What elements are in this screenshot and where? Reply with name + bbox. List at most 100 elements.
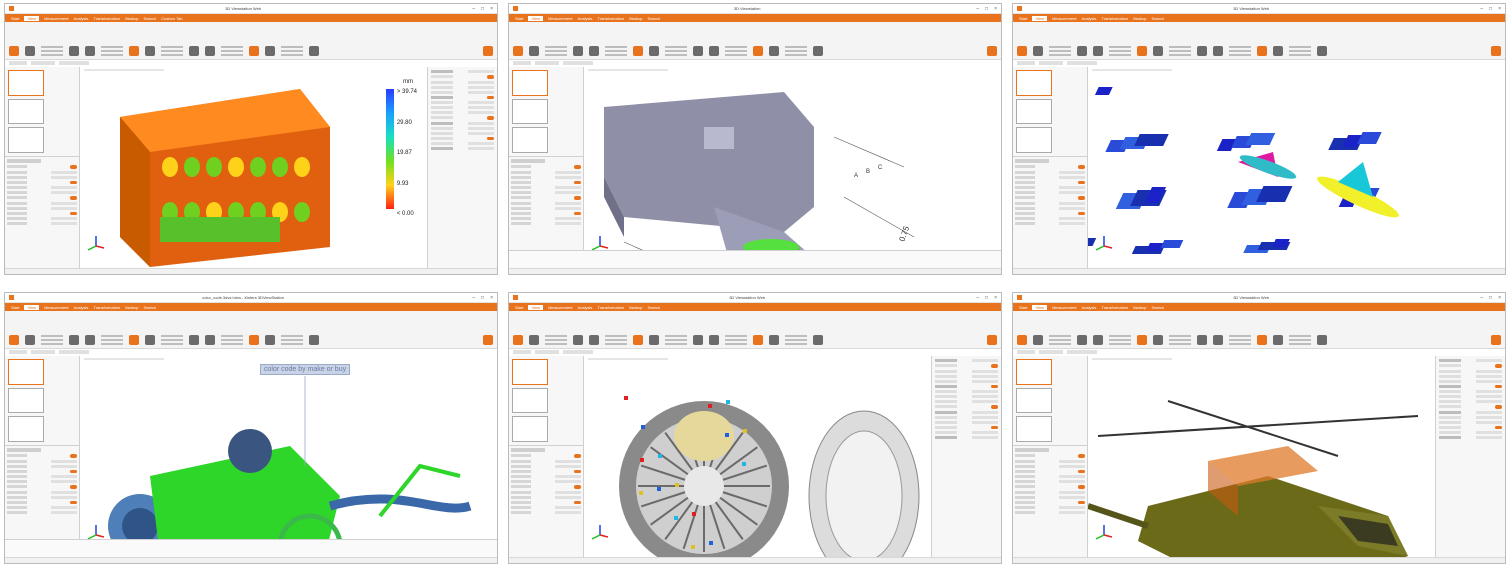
tab-markup[interactable]: Markup xyxy=(125,305,138,310)
property-value[interactable] xyxy=(51,464,77,468)
ribbon-button-icon[interactable] xyxy=(769,46,779,56)
ribbon-button-icon[interactable] xyxy=(1077,335,1087,345)
ribbon-small-button[interactable] xyxy=(605,50,627,52)
doc-tab[interactable] xyxy=(513,61,531,65)
ribbon-small-button[interactable] xyxy=(1229,335,1251,337)
ribbon-button-icon[interactable] xyxy=(85,335,95,345)
ribbon-button-icon[interactable] xyxy=(1317,46,1327,56)
ribbon-small-button[interactable] xyxy=(221,335,243,337)
property-value[interactable] xyxy=(1059,475,1085,478)
property-value[interactable] xyxy=(468,131,494,135)
minimize-icon[interactable]: – xyxy=(976,295,979,301)
property-value[interactable] xyxy=(1476,379,1502,383)
ribbon-small-button[interactable] xyxy=(281,50,303,52)
ribbon-small-button[interactable] xyxy=(725,343,747,345)
property-value[interactable] xyxy=(1476,420,1502,424)
doc-tab[interactable] xyxy=(513,350,531,354)
property-value[interactable] xyxy=(1476,415,1502,419)
close-icon[interactable]: × xyxy=(994,295,997,301)
ribbon-button-icon[interactable] xyxy=(1153,46,1163,56)
property-value[interactable] xyxy=(972,400,998,403)
ribbon-small-button[interactable] xyxy=(665,50,687,52)
ribbon-small-button[interactable] xyxy=(725,339,747,341)
doc-tab[interactable] xyxy=(535,350,559,354)
ribbon-small-buttons[interactable] xyxy=(605,46,627,56)
ribbon-small-button[interactable] xyxy=(161,46,183,48)
ribbon-small-button[interactable] xyxy=(41,54,63,56)
ribbon-button-icon[interactable] xyxy=(1153,335,1163,345)
ribbon-small-button[interactable] xyxy=(281,339,303,341)
ribbon-button-icon[interactable] xyxy=(1137,46,1147,56)
tab-search[interactable]: Search xyxy=(1152,16,1165,21)
property-value[interactable] xyxy=(468,126,494,130)
ribbon-button-icon[interactable] xyxy=(769,335,779,345)
ribbon-small-button[interactable] xyxy=(785,335,807,337)
ribbon-small-button[interactable] xyxy=(605,46,627,48)
ribbon-small-button[interactable] xyxy=(1049,339,1071,341)
tab-markup[interactable]: Markup xyxy=(1133,16,1146,21)
ribbon-small-button[interactable] xyxy=(1169,54,1191,56)
close-icon[interactable] xyxy=(483,46,493,56)
ribbon-small-button[interactable] xyxy=(545,343,567,345)
tab-analysis[interactable]: Analysis xyxy=(74,16,89,21)
tab-start[interactable]: Start xyxy=(11,305,19,310)
ribbon-small-button[interactable] xyxy=(101,50,123,52)
ribbon-button-icon[interactable] xyxy=(1093,335,1103,345)
ribbon-button-icon[interactable] xyxy=(709,46,719,56)
minimize-icon[interactable]: – xyxy=(472,6,475,12)
doc-tab[interactable] xyxy=(1017,350,1035,354)
toggle-switch[interactable] xyxy=(1495,364,1502,368)
property-value[interactable] xyxy=(468,106,494,109)
close-icon[interactable]: × xyxy=(1498,295,1501,301)
ribbon-small-button[interactable] xyxy=(1049,50,1071,52)
ribbon-button-icon[interactable] xyxy=(513,46,523,56)
ribbon-button-icon[interactable] xyxy=(1213,335,1223,345)
ribbon-small-buttons[interactable] xyxy=(665,46,687,56)
ribbon-small-button[interactable] xyxy=(1049,335,1071,337)
view-thumbnail[interactable] xyxy=(8,70,44,96)
tab-measurement[interactable]: Measurement xyxy=(548,305,572,310)
property-value[interactable] xyxy=(1059,170,1085,174)
property-value[interactable] xyxy=(555,186,581,189)
property-value[interactable] xyxy=(555,217,581,220)
property-value[interactable] xyxy=(972,395,998,398)
ribbon-button-icon[interactable] xyxy=(189,46,199,56)
ribbon-small-button[interactable] xyxy=(161,335,183,337)
doc-tab[interactable] xyxy=(9,350,27,354)
property-value[interactable] xyxy=(51,459,77,463)
ribbon-small-buttons[interactable] xyxy=(1109,335,1131,345)
doc-tab[interactable] xyxy=(31,350,55,354)
ribbon-button-icon[interactable] xyxy=(589,335,599,345)
ribbon-small-button[interactable] xyxy=(1109,46,1131,48)
tab-start[interactable]: Start xyxy=(11,16,19,21)
property-value[interactable] xyxy=(1059,217,1085,220)
tab-transformation[interactable]: Transformation xyxy=(93,305,120,310)
ribbon-button-icon[interactable] xyxy=(1213,46,1223,56)
ribbon-small-button[interactable] xyxy=(1289,335,1311,337)
tab-markup[interactable]: Markup xyxy=(1133,305,1146,310)
ribbon-small-button[interactable] xyxy=(1229,54,1251,56)
doc-tab[interactable] xyxy=(59,350,89,354)
ribbon-button-icon[interactable] xyxy=(25,335,35,345)
ribbon-button-icon[interactable] xyxy=(25,46,35,56)
ribbon-small-buttons[interactable] xyxy=(665,335,687,345)
ribbon-small-button[interactable] xyxy=(545,46,567,48)
ribbon-small-button[interactable] xyxy=(665,46,687,48)
view-thumbnail[interactable] xyxy=(512,359,548,385)
3d-viewport[interactable] xyxy=(1088,356,1435,557)
toggle-switch[interactable] xyxy=(574,180,581,184)
view-thumbnail[interactable] xyxy=(512,387,548,414)
ribbon-small-button[interactable] xyxy=(725,50,747,52)
minimize-icon[interactable]: – xyxy=(976,6,979,12)
property-value[interactable] xyxy=(51,495,77,499)
ribbon-small-button[interactable] xyxy=(101,343,123,345)
ribbon-button-icon[interactable] xyxy=(649,335,659,345)
view-thumbnail[interactable] xyxy=(512,416,548,443)
tab-markup[interactable]: Markup xyxy=(125,16,138,21)
toggle-switch[interactable] xyxy=(487,136,494,140)
property-value[interactable] xyxy=(468,90,494,94)
toggle-switch[interactable] xyxy=(991,405,998,409)
property-value[interactable] xyxy=(1059,511,1085,514)
3d-viewport[interactable]: color code by make or buy xyxy=(80,356,497,557)
ribbon-small-button[interactable] xyxy=(785,339,807,341)
